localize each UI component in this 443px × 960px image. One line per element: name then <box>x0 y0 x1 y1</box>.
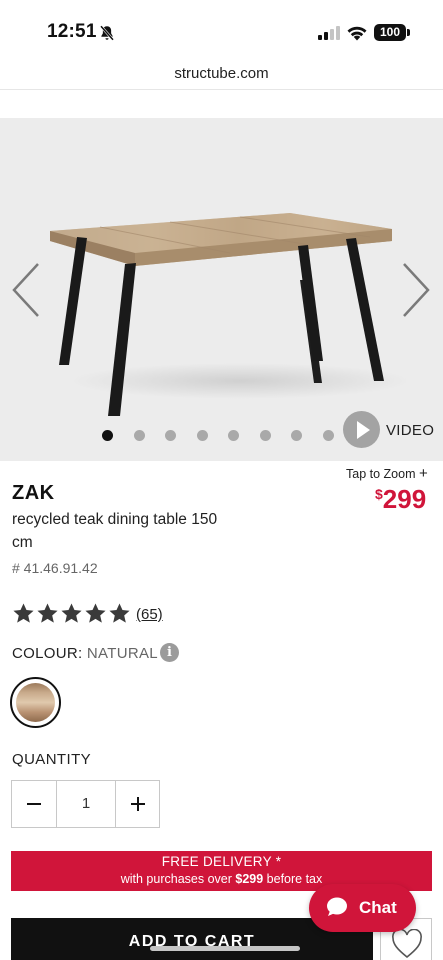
play-icon <box>343 411 380 448</box>
gallery-dot[interactable] <box>165 430 176 441</box>
swatch-image <box>16 683 55 722</box>
address-bar[interactable]: structube.com <box>0 62 443 90</box>
colour-swatch-natural[interactable] <box>10 677 61 728</box>
product-image[interactable] <box>40 213 410 428</box>
product-sku: # 41.46.91.42 <box>12 560 98 576</box>
star-icon <box>61 603 82 623</box>
battery-icon: 100 <box>374 24 406 41</box>
plus-icon: + <box>418 465 428 482</box>
colour-value: NATURAL <box>86 645 158 662</box>
increase-quantity-button[interactable] <box>116 781 160 827</box>
wifi-icon <box>347 26 367 41</box>
product-brand: ZAK <box>12 482 55 504</box>
promo-text: before tax <box>263 872 323 886</box>
home-indicator <box>150 946 300 951</box>
price-currency: $ <box>375 486 383 502</box>
tap-to-zoom-link[interactable]: Tap to Zoom + <box>346 465 428 482</box>
chat-label: Chat <box>359 898 397 917</box>
status-bar: 12:51 100 <box>0 0 443 62</box>
heart-icon <box>392 929 422 959</box>
chat-button[interactable]: Chat <box>309 884 416 932</box>
colour-row: COLOUR: NATURAL <box>12 645 158 662</box>
tap-to-zoom-label: Tap to Zoom <box>346 467 416 481</box>
review-count-link[interactable]: (65) <box>136 606 163 623</box>
quantity-stepper: 1 <box>11 780 160 828</box>
next-image-arrow-icon[interactable] <box>398 260 432 320</box>
star-icon <box>13 603 34 623</box>
gallery-dot[interactable] <box>228 430 239 441</box>
gallery-dot[interactable] <box>322 430 334 441</box>
gallery-dot[interactable] <box>259 430 271 441</box>
previous-image-arrow-icon[interactable] <box>10 260 44 320</box>
promo-text: with purchases over <box>120 872 236 886</box>
price-amount: 299 <box>382 484 427 514</box>
bell-slash-icon <box>100 25 114 41</box>
info-icon[interactable]: i <box>160 643 179 662</box>
video-button[interactable]: VIDEO <box>343 411 435 449</box>
chat-bubble-icon <box>327 897 347 916</box>
star-icon <box>109 603 130 623</box>
gallery-dot[interactable] <box>196 430 208 441</box>
rating-stars[interactable] <box>12 602 132 626</box>
promo-amount: $299 <box>235 872 264 886</box>
product-price: $299 <box>375 484 426 515</box>
battery-cap <box>407 29 410 36</box>
video-label: VIDEO <box>386 422 435 439</box>
decrease-quantity-button[interactable] <box>12 781 56 827</box>
product-name: recycled teak dining table 150 cm <box>12 511 218 551</box>
cellular-signal-icon <box>318 26 340 40</box>
product-gallery[interactable]: VIDEO <box>0 118 443 461</box>
gallery-dot[interactable] <box>102 430 113 441</box>
status-time: 12:51 <box>47 21 97 42</box>
divider <box>0 89 443 90</box>
gallery-dot[interactable] <box>291 430 302 441</box>
star-icon <box>85 603 106 623</box>
quantity-input[interactable]: 1 <box>57 781 115 827</box>
star-icon <box>37 603 58 623</box>
quantity-label: QUANTITY <box>12 751 92 768</box>
gallery-dot[interactable] <box>133 430 145 441</box>
promo-title: FREE DELIVERY * <box>161 854 282 869</box>
colour-label: COLOUR: <box>12 645 83 662</box>
